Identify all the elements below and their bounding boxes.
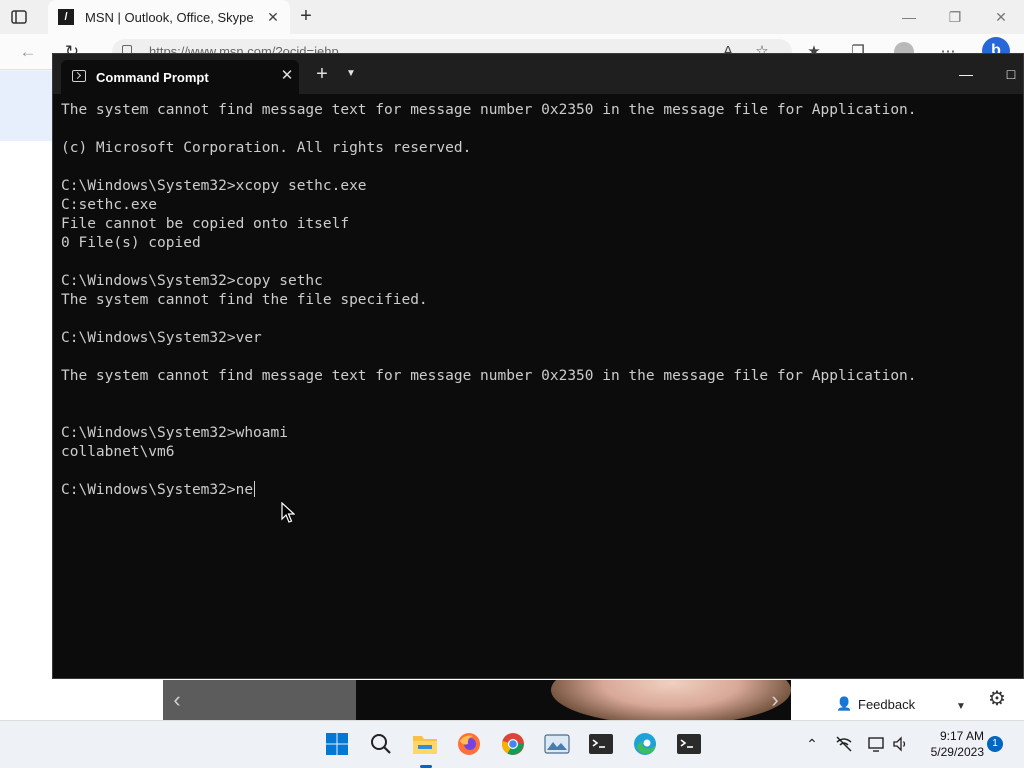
terminal-line: C:\Windows\System32>copy sethc [61,273,323,289]
media-carousel: ‹ › [163,680,791,720]
mouse-pointer-icon [281,502,295,523]
feedback-person-icon: 👤 [836,696,853,711]
browser-tab-title: MSN | Outlook, Office, Skype, Bi [85,9,255,25]
settings-gear-icon[interactable]: ⚙ [982,684,1012,714]
start-icon[interactable] [322,729,352,759]
terminal-tab-close-icon[interactable]: ✕ [279,68,295,84]
terminal-line: C:\Windows\System32>ne [61,481,256,498]
terminal-line: The system cannot find message text for … [61,102,917,118]
terminal-icon[interactable] [674,729,704,759]
browser-tab-bar: / MSN | Outlook, Office, Skype, Bi ✕ + —… [0,0,1024,34]
browser-close-button[interactable]: ✕ [990,6,1012,28]
terminal-line: C:\Windows\System32>ver [61,330,262,346]
photos-icon[interactable] [542,729,572,759]
tab-actions-icon[interactable] [10,8,28,26]
terminal-maximize-button[interactable]: □ [1003,66,1019,82]
collapse-arrow-icon[interactable]: ▼ [954,700,968,714]
terminal-line: The system cannot find the file specifie… [61,292,428,308]
terminal-new-tab-button[interactable]: + [313,64,331,84]
network-off-icon[interactable] [835,735,853,753]
search-icon[interactable] [366,729,396,759]
terminal-tab-title: Command Prompt [96,70,209,85]
terminal-window: Command Prompt ✕ + ▼ — □ The system cann… [52,53,1024,679]
feedback-button[interactable]: 👤 Feedback [826,688,925,720]
chrome-icon[interactable] [498,729,528,759]
chevron-up-icon[interactable]: ⌃ [803,735,821,753]
browser-new-tab-button[interactable]: + [296,6,316,26]
browser-minimize-button[interactable]: — [898,6,920,28]
notification-badge[interactable]: 1 [987,736,1003,752]
terminal-icon[interactable] [586,729,616,759]
display-icon[interactable] [867,735,885,753]
back-button[interactable]: ← [18,42,38,62]
browser-restore-button[interactable]: ❐ [944,6,966,28]
firefox-icon[interactable] [454,729,484,759]
msn-favicon-icon: / [58,9,74,25]
feedback-label: Feedback [858,696,916,712]
carousel-face-image [551,680,791,720]
terminal-line: The system cannot find message text for … [61,368,917,384]
terminal-line: C:sethc.exe [61,197,158,213]
browser-tab-close-icon[interactable]: ✕ [264,8,282,26]
terminal-line: (c) Microsoft Corporation. All rights re… [61,140,472,156]
clock-date: 5/29/2023 [930,745,984,759]
page-sidebar-block [0,71,52,141]
terminal-dropdown-chevron-icon[interactable]: ▼ [343,67,359,81]
taskbar: ⌃ 9:17 AM 5/29/2023 1 [0,720,1024,768]
cmd-prompt-icon [72,70,86,82]
terminal-line: File cannot be copied onto itself [61,216,350,232]
clock[interactable]: 9:17 AM 5/29/2023 [928,728,984,760]
edge-icon[interactable] [630,729,660,759]
volume-icon[interactable] [891,735,909,753]
terminal-tab-command-prompt[interactable]: Command Prompt ✕ [61,60,299,94]
carousel-prev-icon[interactable]: ‹ [165,686,189,714]
terminal-line: collabnet\vm6 [61,444,175,460]
terminal-output[interactable]: The system cannot find message text for … [61,101,1011,671]
terminal-line: C:\Windows\System32>whoami [61,425,288,441]
file-explorer-icon[interactable] [410,729,440,759]
terminal-minimize-button[interactable]: — [958,66,974,82]
terminal-line: C:\Windows\System32>xcopy sethc.exe [61,178,367,194]
carousel-photo [356,680,791,720]
browser-tab-msn[interactable]: / MSN | Outlook, Office, Skype, Bi ✕ [48,0,290,34]
terminal-tab-bar: Command Prompt ✕ + ▼ — □ [53,54,1023,94]
text-caret [254,481,256,497]
carousel-next-icon[interactable]: › [763,686,787,714]
clock-time: 9:17 AM [939,729,984,743]
terminal-line: 0 File(s) copied [61,235,201,251]
